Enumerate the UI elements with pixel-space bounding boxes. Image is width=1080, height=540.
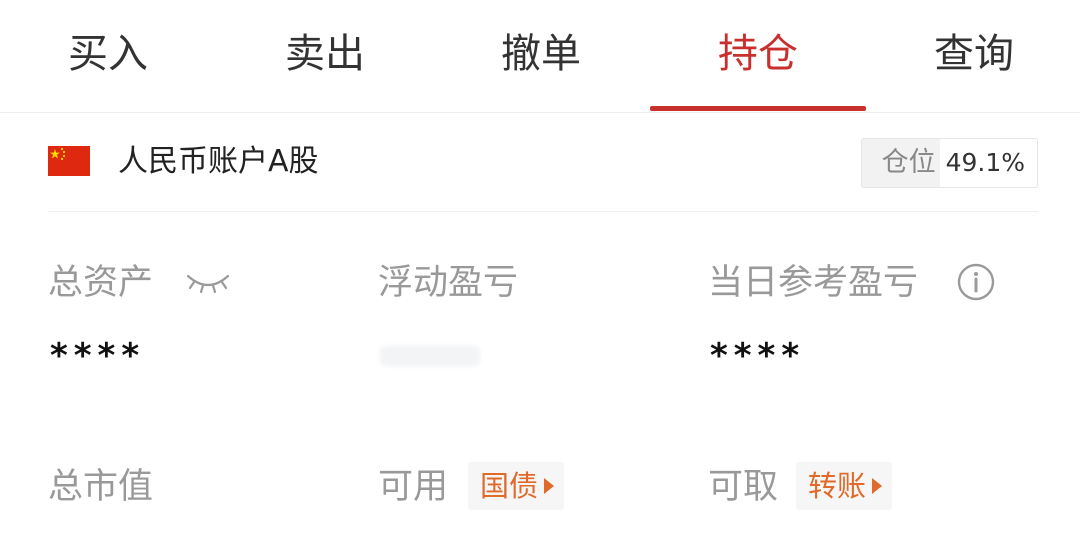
- available-label: 可用: [378, 467, 449, 507]
- withdrawable-label: 可取: [708, 467, 779, 507]
- position-ratio-badge: 仓位 49.1%: [860, 138, 1038, 188]
- market-value-label: 总市值: [48, 467, 154, 507]
- treasury-bond-button[interactable]: 国债: [468, 462, 565, 510]
- tab-buy[interactable]: 买入: [68, 26, 148, 82]
- caret-right-icon: [872, 478, 883, 494]
- caret-right-icon: [544, 478, 555, 494]
- floating-pnl-value-hidden: [380, 346, 480, 366]
- info-icon[interactable]: [956, 262, 996, 306]
- trade-tabs: 买入 卖出 撤单 持仓 查询: [0, 0, 1080, 113]
- treasury-bond-label: 国债: [480, 469, 539, 503]
- divider: [48, 211, 1038, 212]
- account-row[interactable]: 人民币账户A股 仓位 49.1%: [48, 132, 1038, 196]
- daily-pnl-label: 当日参考盈亏: [708, 263, 919, 303]
- tab-cancel-order[interactable]: 撤单: [501, 26, 581, 82]
- china-flag-icon: [48, 146, 90, 176]
- total-assets-label: 总资产: [48, 263, 154, 303]
- holdings-page: 买入 卖出 撤单 持仓 查询 人民币账户A股 仓位 49.1% 总资产 浮动盈亏…: [0, 0, 1080, 540]
- tab-sell[interactable]: 卖出: [285, 26, 365, 82]
- transfer-label: 转账: [808, 469, 867, 503]
- eye-closed-icon[interactable]: [184, 270, 232, 300]
- position-label: 仓位: [881, 147, 936, 178]
- total-assets-value: ****: [50, 336, 146, 376]
- transfer-button[interactable]: 转账: [796, 462, 893, 510]
- tab-query[interactable]: 查询: [934, 26, 1014, 82]
- floating-pnl-label: 浮动盈亏: [378, 263, 519, 303]
- position-value: 49.1%: [939, 139, 1037, 187]
- tab-holdings[interactable]: 持仓: [718, 26, 798, 82]
- account-name: 人民币账户A股: [118, 144, 319, 179]
- active-tab-indicator: [650, 106, 866, 111]
- daily-pnl-value: ****: [710, 336, 806, 376]
